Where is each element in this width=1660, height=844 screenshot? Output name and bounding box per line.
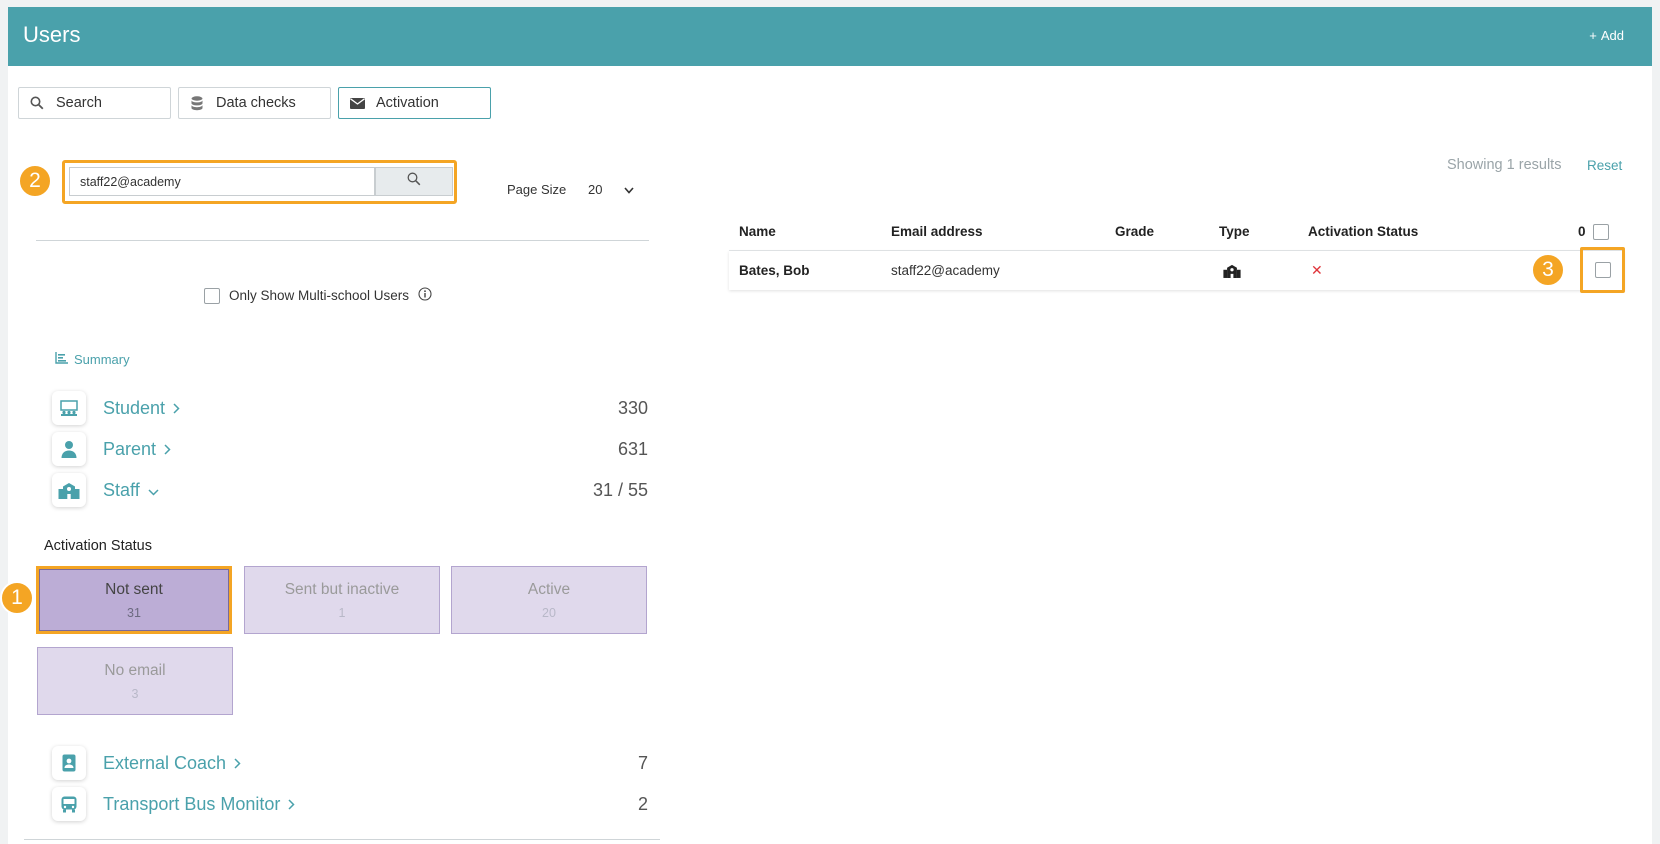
tab-search[interactable]: Search bbox=[18, 87, 171, 119]
category-parent-count: 631 bbox=[617, 438, 648, 459]
tab-activation-label: Activation bbox=[376, 95, 439, 111]
multischool-checkbox[interactable] bbox=[204, 287, 220, 304]
table-header-row: Name Email address Grade Type Activation… bbox=[729, 212, 1624, 251]
category-row-transport-bus-monitor: Transport Bus Monitor 2 bbox=[52, 786, 648, 822]
divider bbox=[36, 240, 649, 241]
category-staff-label: Staff bbox=[103, 479, 140, 500]
category-external-coach-link[interactable]: External Coach bbox=[103, 753, 241, 774]
category-staff-link[interactable]: Staff bbox=[103, 480, 159, 501]
chevron-right-icon bbox=[164, 439, 171, 460]
category-staff-count: 31 / 55 bbox=[592, 479, 648, 500]
tab-data-checks-label: Data checks bbox=[216, 95, 296, 111]
category-row-parent: Parent 631 bbox=[52, 431, 648, 467]
database-icon bbox=[189, 95, 205, 111]
status-sent-inactive-label: Sent but inactive bbox=[284, 580, 400, 598]
reset-link[interactable]: Reset bbox=[1587, 158, 1622, 173]
person-icon bbox=[52, 432, 86, 466]
add-button-label: Add bbox=[1600, 28, 1624, 43]
page-title: Users bbox=[23, 22, 81, 47]
activation-status-title: Activation Status bbox=[44, 538, 152, 554]
category-transport-bus-monitor-label: Transport Bus Monitor bbox=[103, 793, 281, 814]
category-row-student: Student 330 bbox=[52, 390, 648, 426]
search-input[interactable] bbox=[69, 167, 375, 196]
multischool-filter[interactable]: Only Show Multi-school Users bbox=[204, 287, 432, 304]
users-page: Users + Add Search Data checks Activatio… bbox=[0, 7, 1652, 844]
page-size-select[interactable]: 20 bbox=[588, 182, 635, 197]
callout-1: 1 bbox=[0, 581, 34, 615]
row-name: Bates, Bob bbox=[739, 263, 810, 278]
category-parent-label: Parent bbox=[103, 438, 157, 459]
summary-link[interactable]: Summary bbox=[55, 352, 130, 367]
category-transport-bus-monitor-link[interactable]: Transport Bus Monitor bbox=[103, 794, 295, 815]
search-icon bbox=[29, 96, 45, 110]
page-size-label: Page Size bbox=[507, 182, 567, 197]
results-count: Showing 1 results bbox=[1447, 157, 1562, 173]
row-email: staff22@academy bbox=[891, 263, 1000, 278]
status-active-label: Active bbox=[527, 580, 571, 598]
tab-data-checks[interactable]: Data checks bbox=[178, 87, 331, 119]
tab-activation[interactable]: Activation bbox=[338, 87, 491, 119]
school-building-icon bbox=[52, 473, 86, 507]
category-parent-link[interactable]: Parent bbox=[103, 439, 171, 460]
row-checkbox[interactable] bbox=[1594, 262, 1611, 278]
multischool-label: Only Show Multi-school Users bbox=[229, 288, 410, 303]
chevron-right-icon bbox=[288, 794, 295, 815]
tab-search-label: Search bbox=[56, 95, 102, 111]
select-all-checkbox-cell bbox=[1593, 212, 1609, 251]
category-external-coach-label: External Coach bbox=[103, 752, 227, 773]
school-building-icon bbox=[1223, 251, 1241, 290]
id-badge-icon bbox=[52, 746, 86, 780]
info-icon[interactable] bbox=[418, 287, 432, 304]
page-size-value: 20 bbox=[588, 182, 603, 197]
chevron-right-icon bbox=[234, 753, 241, 774]
select-all-checkbox[interactable] bbox=[1593, 223, 1609, 240]
chevron-down-icon bbox=[624, 182, 635, 197]
column-header-email: Email address bbox=[891, 224, 983, 239]
callout-2: 2 bbox=[18, 164, 52, 198]
column-header-name: Name bbox=[739, 224, 776, 239]
category-student-label: Student bbox=[103, 397, 166, 418]
chevron-down-icon bbox=[148, 480, 159, 501]
column-header-type: Type bbox=[1219, 224, 1250, 239]
status-not-sent-button[interactable]: Not sent 31 bbox=[36, 566, 232, 634]
category-transport-bus-monitor-count: 2 bbox=[637, 793, 648, 814]
category-row-external-coach: External Coach 7 bbox=[52, 745, 648, 781]
page-header: Users + Add bbox=[8, 7, 1652, 66]
callout-3: 3 bbox=[1531, 253, 1565, 287]
results-table: Name Email address Grade Type Activation… bbox=[729, 212, 1625, 293]
status-not-sent-count: 31 bbox=[127, 605, 141, 620]
status-active-button[interactable]: Active 20 bbox=[451, 566, 647, 634]
row-status-not-sent-icon: ✕ bbox=[1311, 262, 1323, 278]
search-button[interactable] bbox=[375, 167, 453, 196]
table-row[interactable]: Bates, Bob staff22@academy ✕ 3 bbox=[729, 247, 1625, 293]
row-checkbox-highlight bbox=[1580, 247, 1625, 293]
bar-chart-icon bbox=[55, 352, 68, 367]
search-highlight bbox=[62, 160, 457, 204]
status-sent-inactive-button[interactable]: Sent but inactive 1 bbox=[244, 566, 440, 634]
status-no-email-label: No email bbox=[104, 661, 166, 679]
chevron-right-icon bbox=[173, 398, 180, 419]
category-row-staff: Staff 31 / 55 bbox=[52, 472, 648, 508]
status-sent-inactive-count: 1 bbox=[338, 605, 346, 620]
envelope-icon bbox=[349, 97, 365, 109]
category-external-coach-count: 7 bbox=[637, 752, 648, 773]
classroom-icon bbox=[52, 391, 86, 425]
status-no-email-count: 3 bbox=[131, 686, 139, 701]
status-active-count: 20 bbox=[542, 605, 556, 620]
status-not-sent-label: Not sent bbox=[105, 580, 163, 598]
search-icon bbox=[407, 172, 421, 191]
status-no-email-button[interactable]: No email 3 bbox=[37, 647, 233, 715]
add-button[interactable]: + Add bbox=[1589, 28, 1624, 43]
category-student-count: 330 bbox=[617, 397, 648, 418]
bus-icon bbox=[52, 787, 86, 821]
selected-count: 0 bbox=[1578, 224, 1586, 239]
divider bbox=[24, 839, 660, 840]
column-header-activation-status: Activation Status bbox=[1308, 224, 1419, 239]
category-student-link[interactable]: Student bbox=[103, 398, 180, 419]
column-header-grade: Grade bbox=[1115, 224, 1155, 239]
summary-label: Summary bbox=[74, 352, 130, 367]
plus-icon: + bbox=[1589, 28, 1597, 43]
